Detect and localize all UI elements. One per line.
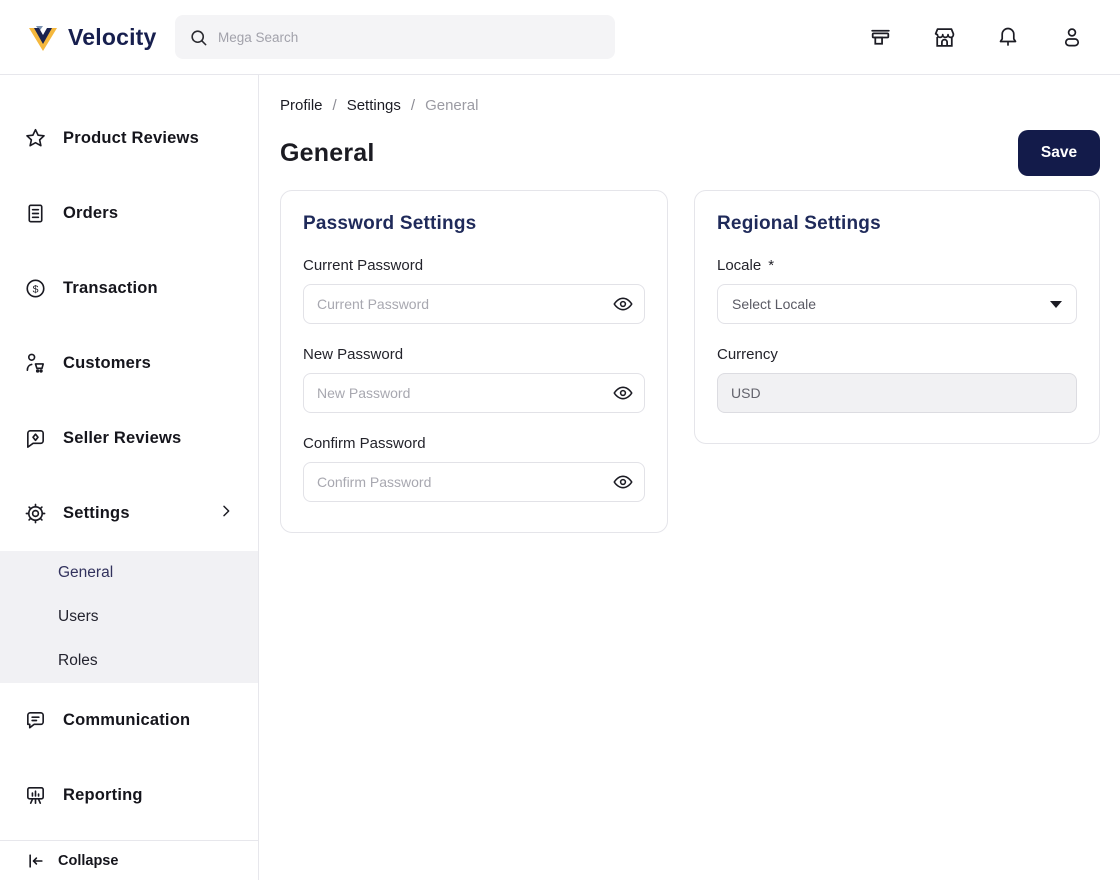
toggle-password-visibility-button[interactable]: [612, 382, 634, 404]
sidebar-item-label: Reporting: [63, 786, 143, 804]
dollar-circle-icon: $: [24, 277, 47, 300]
submenu-item-users[interactable]: Users: [0, 595, 258, 639]
search-input[interactable]: [218, 29, 601, 45]
sidebar-item-communication[interactable]: Communication: [0, 683, 258, 758]
breadcrumb-settings[interactable]: Settings: [347, 97, 401, 114]
eye-icon: [613, 386, 633, 400]
eye-icon: [613, 297, 633, 311]
sidebar-item-reporting[interactable]: Reporting: [0, 758, 258, 833]
save-button[interactable]: Save: [1018, 130, 1100, 176]
current-password-label: Current Password: [303, 257, 424, 274]
search-icon: [189, 28, 208, 47]
regional-settings-card: Regional Settings Locale * Select Locale…: [694, 190, 1100, 444]
svg-text:$: $: [33, 283, 39, 295]
card-title: Password Settings: [303, 213, 477, 234]
current-password-field: [303, 284, 645, 324]
toggle-password-visibility-button[interactable]: [612, 293, 634, 315]
velocity-logo-icon: [26, 20, 60, 54]
collapse-label: Collapse: [58, 852, 119, 869]
locale-label: Locale *: [717, 257, 1077, 274]
collapse-sidebar-button[interactable]: Collapse: [0, 840, 258, 880]
required-asterisk: *: [768, 257, 775, 274]
sidebar-item-orders[interactable]: Orders: [0, 176, 258, 251]
locale-select-value: Select Locale: [732, 296, 817, 312]
settings-cards: Password Settings Current Password New P…: [280, 190, 1100, 533]
locale-label-text: Locale: [717, 257, 762, 274]
brand-logo[interactable]: Velocity: [0, 20, 175, 54]
breadcrumb-separator: /: [332, 97, 337, 114]
sidebar-item-product-reviews[interactable]: Product Reviews: [0, 101, 258, 176]
title-row: General Save: [280, 130, 1100, 176]
current-password-input[interactable]: [303, 284, 645, 324]
sidebar-item-label: Transaction: [63, 279, 158, 297]
sidebar-item-transaction[interactable]: $ Transaction: [0, 251, 258, 326]
card-title: Regional Settings: [717, 213, 881, 234]
account-icon[interactable]: [1058, 23, 1086, 51]
currency-label: Currency: [717, 346, 778, 363]
confirm-password-label: Confirm Password: [303, 435, 426, 452]
mega-search-bar[interactable]: [175, 15, 615, 59]
breadcrumb-profile[interactable]: Profile: [280, 97, 323, 114]
sidebar-item-label: Product Reviews: [63, 129, 199, 147]
eye-icon: [613, 475, 633, 489]
sidebar-item-label: Orders: [63, 204, 119, 222]
breadcrumb-general: General: [425, 97, 479, 114]
sidebar-item-settings[interactable]: Settings: [0, 476, 258, 551]
star-icon: [24, 127, 47, 150]
submenu-item-general[interactable]: General: [0, 551, 258, 595]
sidebar-item-label: Settings: [63, 504, 130, 522]
settings-submenu: General Users Roles: [0, 551, 258, 683]
sidebar-item-customers[interactable]: Customers: [0, 326, 258, 401]
customer-cart-icon: [24, 352, 47, 375]
sidebar: Product Reviews Orders $ Transaction Cus…: [0, 75, 259, 880]
submenu-item-roles[interactable]: Roles: [0, 639, 258, 683]
toggle-password-visibility-button[interactable]: [612, 471, 634, 493]
sidebar-item-label: Customers: [63, 354, 151, 372]
confirm-password-field: [303, 462, 645, 502]
app-header: Velocity: [0, 0, 1120, 75]
review-bubble-icon: [24, 427, 47, 450]
chevron-right-icon: [218, 503, 234, 524]
sidebar-item-label: Communication: [63, 711, 191, 729]
confirm-password-input[interactable]: [303, 462, 645, 502]
brand-name: Velocity: [68, 23, 157, 50]
chat-bubble-icon: [24, 709, 47, 732]
presentation-chart-icon: [24, 784, 47, 807]
main-content: Profile / Settings / General General Sav…: [260, 75, 1120, 533]
new-password-input[interactable]: [303, 373, 645, 413]
new-password-label: New Password: [303, 346, 404, 363]
storefront-icon[interactable]: [930, 23, 958, 51]
bell-icon[interactable]: [994, 23, 1022, 51]
caret-down-icon: [1050, 300, 1062, 308]
counter-icon[interactable]: [866, 23, 894, 51]
page-title: General: [280, 138, 375, 167]
collapse-left-icon: [26, 851, 46, 871]
sidebar-item-seller-reviews[interactable]: Seller Reviews: [0, 401, 258, 476]
breadcrumb: Profile / Settings / General: [280, 97, 1100, 114]
header-actions: [866, 23, 1120, 51]
gear-icon: [24, 502, 47, 525]
locale-select[interactable]: Select Locale: [717, 284, 1077, 324]
currency-input: [717, 373, 1077, 413]
sidebar-item-label: Seller Reviews: [63, 429, 182, 447]
orders-icon: [24, 202, 47, 225]
new-password-field: [303, 373, 645, 413]
breadcrumb-separator: /: [410, 97, 416, 114]
password-settings-card: Password Settings Current Password New P…: [280, 190, 668, 533]
